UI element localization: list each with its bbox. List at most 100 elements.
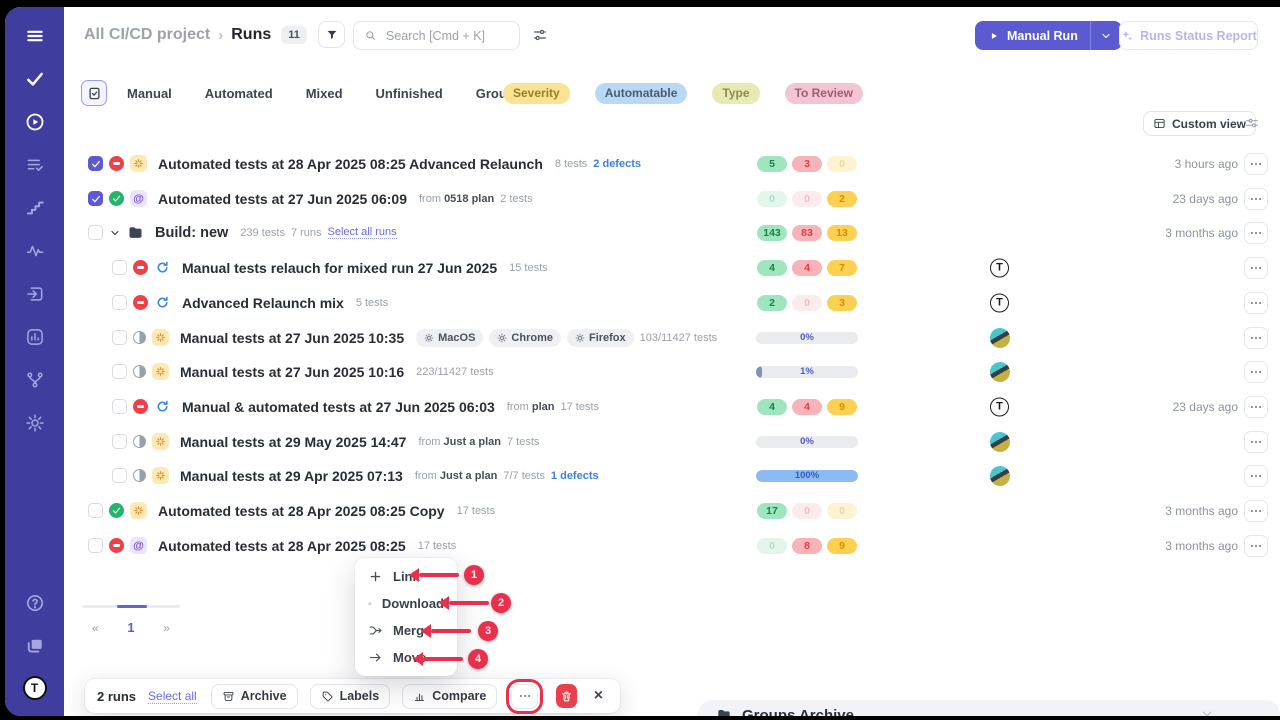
page-current[interactable]: 1: [127, 620, 134, 635]
status-progress-icon: [133, 365, 146, 378]
time-ago: 3 hours ago: [1175, 157, 1238, 171]
horizontal-scrollbar[interactable]: [82, 605, 180, 608]
labels-button[interactable]: Labels: [310, 684, 391, 709]
scrollbar-thumb[interactable]: [117, 605, 147, 608]
run-title[interactable]: Build: new: [155, 225, 228, 241]
integration-logo: T: [990, 258, 1009, 277]
other-count-pill: 9: [827, 538, 857, 554]
run-title[interactable]: Automated tests at 28 Apr 2025 08:25 Adv…: [158, 156, 543, 172]
row-checkbox[interactable]: [88, 538, 103, 553]
trash-icon: [560, 690, 573, 703]
screen-frame-left: [0, 0, 5, 720]
row-actions-button[interactable]: [1244, 222, 1268, 244]
runtype-flaky-icon: [130, 155, 147, 172]
folder-icon: [127, 224, 144, 241]
run-title[interactable]: Automated tests at 27 Jun 2025 06:09: [158, 191, 407, 207]
archive-icon: [222, 690, 235, 703]
run-title[interactable]: Manual tests at 27 Jun 2025 10:16: [180, 364, 404, 380]
row-actions-button[interactable]: [1244, 431, 1268, 453]
menu-item-download[interactable]: Download: [355, 590, 457, 617]
run-title[interactable]: Automated tests at 28 Apr 2025 08:25 Cop…: [158, 503, 445, 519]
run-meta: 17 tests: [457, 505, 496, 517]
row-actions-button[interactable]: [1244, 188, 1268, 210]
row-checkbox[interactable]: [112, 434, 127, 449]
result-pills: 447: [757, 250, 857, 285]
time-ago: 3 months ago: [1165, 504, 1238, 518]
group-row: Build: new239 tests7 runsSelect all runs…: [64, 215, 1280, 250]
run-meta: 17 tests: [560, 401, 599, 413]
plan-source: from plan: [507, 401, 555, 413]
row-actions-button[interactable]: [1244, 292, 1268, 314]
row-checkbox[interactable]: [112, 260, 127, 275]
other-count-pill: 13: [827, 225, 857, 241]
run-row: @Automated tests at 28 Apr 2025 08:2517 …: [64, 528, 1280, 563]
run-title[interactable]: Manual tests at 27 Jun 2025 10:35: [180, 330, 404, 346]
row-checkbox[interactable]: [88, 156, 103, 171]
status-progress-icon: [133, 435, 146, 448]
screen-frame-top: [0, 0, 1280, 7]
other-count-pill: 3: [827, 295, 857, 311]
run-title[interactable]: Manual & automated tests at 27 Jun 2025 …: [182, 399, 495, 415]
menu-item-link[interactable]: Link: [355, 563, 457, 590]
menu-item-label: Link: [393, 569, 420, 584]
page-next[interactable]: »: [163, 621, 170, 635]
archive-label: Archive: [241, 689, 287, 703]
defects-link[interactable]: 2 defects: [593, 158, 641, 170]
run-meta: 223/11427 tests: [416, 366, 493, 378]
run-title[interactable]: Automated tests at 28 Apr 2025 08:25: [158, 538, 406, 554]
defects-link[interactable]: 1 defects: [551, 470, 599, 482]
run-row: Automated tests at 28 Apr 2025 08:25 Adv…: [64, 146, 1280, 181]
run-row: Manual tests at 29 May 2025 14:47from Ju…: [64, 424, 1280, 459]
run-title[interactable]: Advanced Relaunch mix: [182, 295, 344, 311]
run-title[interactable]: Manual tests at 29 May 2025 14:47: [180, 434, 406, 450]
row-checkbox[interactable]: [112, 330, 127, 345]
assignee-avatar: [990, 362, 1010, 382]
row-checkbox[interactable]: [112, 399, 127, 414]
run-title[interactable]: Manual tests at 29 Apr 2025 07:13: [180, 468, 403, 484]
row-actions-button[interactable]: [1244, 535, 1268, 557]
run-title[interactable]: Manual tests relauch for mixed run 27 Ju…: [182, 260, 497, 276]
row-actions-button[interactable]: [1244, 361, 1268, 383]
menu-item-label: Move: [393, 650, 426, 665]
menu-item-label: Merge: [393, 623, 431, 638]
actions-context-menu: Link Download Merge Move: [355, 558, 457, 676]
time-ago: 3 months ago: [1165, 539, 1238, 553]
progress-label: 0%: [756, 436, 858, 448]
row-checkbox[interactable]: [88, 225, 103, 240]
runtype-relaunch-icon: [154, 398, 171, 415]
menu-item-move[interactable]: Move: [355, 644, 457, 671]
runtype-flaky-icon: [152, 467, 169, 484]
status-stopped-icon: [133, 295, 148, 310]
select-all-link[interactable]: Select all: [148, 689, 197, 704]
row-actions-button[interactable]: [1244, 327, 1268, 349]
archive-button[interactable]: Archive: [211, 684, 298, 709]
row-checkbox[interactable]: [112, 364, 127, 379]
row-actions-button[interactable]: [1244, 500, 1268, 522]
chevron-down-icon[interactable]: [109, 227, 121, 239]
menu-item-merge[interactable]: Merge: [355, 617, 457, 644]
row-checkbox[interactable]: [112, 468, 127, 483]
menu-item-label: Download: [382, 596, 444, 611]
more-actions-button[interactable]: [511, 684, 537, 709]
bulk-action-bar: 2 runs Select all ArchiveLabelsCompare ×: [85, 679, 620, 713]
row-checkbox[interactable]: [88, 503, 103, 518]
page-prev[interactable]: «: [92, 621, 99, 635]
row-actions-button[interactable]: [1244, 396, 1268, 418]
row-actions-button[interactable]: [1244, 257, 1268, 279]
other-count-pill: 7: [827, 260, 857, 276]
passed-count-pill: 0: [757, 538, 787, 554]
delete-button[interactable]: [556, 684, 577, 708]
status-passed-icon: [109, 503, 124, 518]
row-checkbox[interactable]: [88, 191, 103, 206]
select-all-runs-link[interactable]: Select all runs: [328, 226, 397, 239]
passed-count-pill: 17: [757, 503, 787, 519]
compare-button[interactable]: Compare: [402, 684, 497, 709]
row-checkbox[interactable]: [112, 295, 127, 310]
row-actions-button[interactable]: [1244, 153, 1268, 175]
gear-icon: [424, 333, 434, 343]
runtype-flaky-icon: [152, 329, 169, 346]
failed-count-pill: 83: [792, 225, 822, 241]
row-actions-button[interactable]: [1244, 465, 1268, 487]
close-bar-button[interactable]: ×: [589, 685, 608, 707]
run-meta: 239 tests: [240, 227, 285, 239]
